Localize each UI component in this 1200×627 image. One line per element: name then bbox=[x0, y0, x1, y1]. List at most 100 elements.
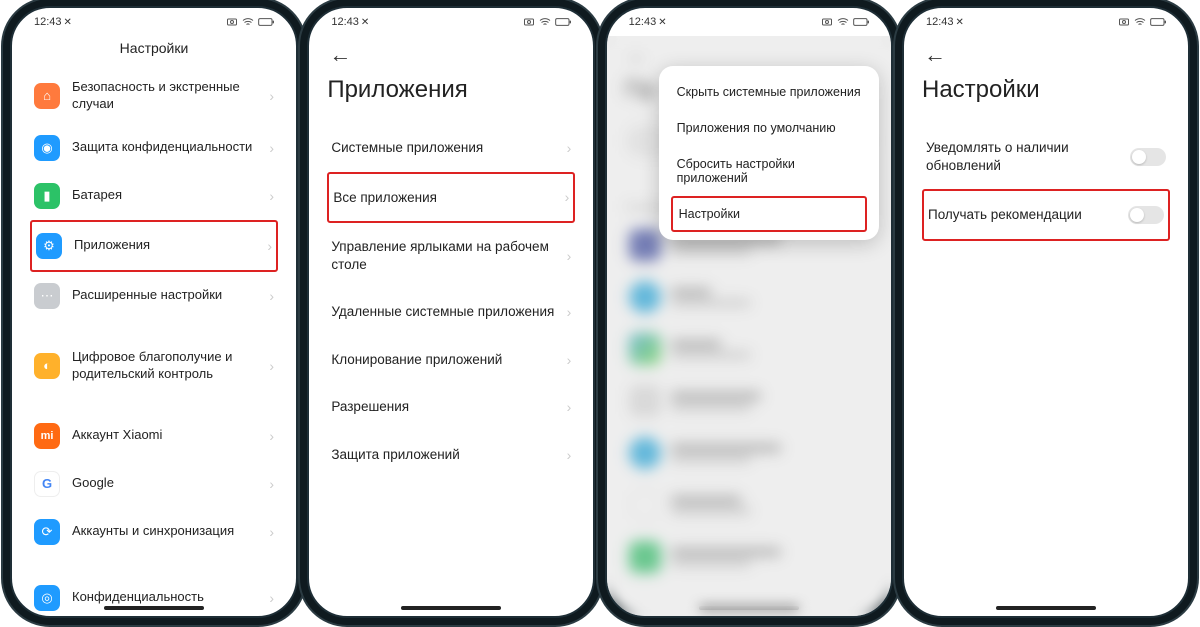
shield-home-icon: ⌂ bbox=[34, 83, 60, 109]
toggle-switch[interactable] bbox=[1128, 206, 1164, 224]
row-label: Удаленные системные приложения bbox=[331, 303, 566, 321]
back-button[interactable]: ← bbox=[329, 42, 351, 68]
menu-default-apps[interactable]: Приложения по умолчанию bbox=[659, 110, 879, 146]
dots-icon: ⋯ bbox=[34, 283, 60, 309]
row-manage-shortcuts[interactable]: Управление ярлыками на рабочем столе › bbox=[327, 223, 575, 288]
status-time: 12:43✕ bbox=[629, 16, 667, 28]
chevron-right-icon: › bbox=[267, 238, 272, 254]
row-label: Защита конфиденциальности bbox=[72, 139, 269, 156]
row-privacy-protection[interactable]: ◉ Защита конфиденциальности › bbox=[30, 124, 278, 172]
statusbar: 12:43✕ bbox=[904, 8, 1188, 36]
phone-4: 12:43✕ ← Настройки Уведомлять о наличии … bbox=[902, 6, 1190, 618]
mi-logo-icon: mi bbox=[34, 423, 60, 449]
apps-category-list: ← Приложения Системные приложения › Все … bbox=[309, 36, 593, 616]
row-label: Конфиденциальность bbox=[72, 589, 269, 606]
back-button[interactable]: ← bbox=[924, 42, 946, 68]
gear-icon: ⚙ bbox=[36, 233, 62, 259]
camera-icon bbox=[1118, 16, 1130, 28]
row-mi-account[interactable]: mi Аккаунт Xiaomi › bbox=[30, 412, 278, 460]
chevron-right-icon: › bbox=[269, 358, 274, 374]
phone-3: 12:43✕ ← Пр ⌕ Сортировка по имени прилож… bbox=[605, 6, 893, 618]
page-title: Настройки bbox=[922, 76, 1170, 104]
wifi-icon bbox=[242, 16, 254, 28]
row-label: Аккаунт Xiaomi bbox=[72, 427, 269, 444]
statusbar: 12:43✕ bbox=[309, 8, 593, 36]
row-uninstalled-system-apps[interactable]: Удаленные системные приложения › bbox=[327, 288, 575, 336]
menu-reset-app-prefs[interactable]: Сбросить настройки приложений bbox=[659, 146, 879, 196]
chevron-right-icon: › bbox=[269, 88, 274, 104]
row-app-protection[interactable]: Защита приложений › bbox=[327, 431, 575, 479]
chevron-right-icon: › bbox=[567, 352, 572, 368]
phone-1: 12:43✕ Настройки ⌂ Безопасность и экстре… bbox=[10, 6, 298, 618]
statusbar: 12:43✕ bbox=[12, 8, 296, 36]
battery-icon bbox=[258, 17, 274, 27]
battery-icon: ▮ bbox=[34, 183, 60, 209]
page-title: Настройки bbox=[30, 40, 278, 56]
apps-list-screen: ← Пр ⌕ Сортировка по имени приложения 0 … bbox=[607, 36, 891, 616]
chevron-right-icon: › bbox=[567, 248, 572, 264]
status-time: 12:43✕ bbox=[926, 16, 964, 28]
row-label: Защита приложений bbox=[331, 446, 566, 464]
row-label: Расширенные настройки bbox=[72, 287, 269, 304]
phone-2: 12:43✕ ← Приложения Системные приложения… bbox=[307, 6, 595, 618]
row-system-apps[interactable]: Системные приложения › bbox=[327, 124, 575, 172]
chevron-right-icon: › bbox=[565, 189, 570, 205]
row-battery[interactable]: ▮ Батарея › bbox=[30, 172, 278, 220]
chevron-right-icon: › bbox=[269, 140, 274, 156]
privacy-icon: ◎ bbox=[34, 585, 60, 611]
chevron-right-icon: › bbox=[269, 476, 274, 492]
battery-icon bbox=[555, 17, 571, 27]
status-icons bbox=[821, 16, 869, 28]
row-security-emergency[interactable]: ⌂ Безопасность и экстренные случаи › bbox=[30, 68, 278, 124]
home-indicator[interactable] bbox=[104, 606, 204, 610]
camera-icon bbox=[821, 16, 833, 28]
menu-settings[interactable]: Настройки bbox=[671, 196, 867, 232]
menu-hide-system-apps[interactable]: Скрыть системные приложения bbox=[659, 74, 879, 110]
chevron-right-icon: › bbox=[269, 288, 274, 304]
status-icons bbox=[1118, 16, 1166, 28]
wellbeing-icon: ◐ bbox=[34, 353, 60, 379]
row-label: Разрешения bbox=[331, 398, 566, 416]
row-digital-wellbeing[interactable]: ◐ Цифровое благополучие и родительский к… bbox=[30, 338, 278, 394]
row-update-notifications[interactable]: Уведомлять о наличии обновлений bbox=[922, 124, 1170, 189]
camera-icon bbox=[523, 16, 535, 28]
battery-icon bbox=[853, 17, 869, 27]
row-apps[interactable]: ⚙ Приложения › bbox=[30, 220, 278, 272]
wifi-icon bbox=[1134, 16, 1146, 28]
chevron-right-icon: › bbox=[567, 447, 572, 463]
row-label: Клонирование приложений bbox=[331, 351, 566, 369]
row-label: Управление ярлыками на рабочем столе bbox=[331, 238, 566, 273]
chevron-right-icon: › bbox=[269, 188, 274, 204]
row-google[interactable]: G Google › bbox=[30, 460, 278, 508]
chevron-right-icon: › bbox=[567, 399, 572, 415]
row-all-apps[interactable]: Все приложения › bbox=[327, 172, 575, 224]
sync-icon: ⟳ bbox=[34, 519, 60, 545]
row-label: Google bbox=[72, 475, 269, 492]
row-label: Батарея bbox=[72, 187, 269, 204]
statusbar: 12:43✕ bbox=[607, 8, 891, 36]
chevron-right-icon: › bbox=[269, 590, 274, 606]
row-advanced-settings[interactable]: ⋯ Расширенные настройки › bbox=[30, 272, 278, 320]
row-receive-recommendations[interactable]: Получать рекомендации bbox=[922, 189, 1170, 241]
row-accounts-sync[interactable]: ⟳ Аккаунты и синхронизация › bbox=[30, 508, 278, 556]
row-label: Получать рекомендации bbox=[928, 206, 1128, 224]
row-clone-apps[interactable]: Клонирование приложений › bbox=[327, 336, 575, 384]
toggle-switch[interactable] bbox=[1130, 148, 1166, 166]
row-permissions[interactable]: Разрешения › bbox=[327, 383, 575, 431]
battery-icon bbox=[1150, 17, 1166, 27]
status-icons bbox=[226, 16, 274, 28]
status-icons bbox=[523, 16, 571, 28]
page-title: Приложения bbox=[327, 76, 575, 104]
chevron-right-icon: › bbox=[269, 428, 274, 444]
row-label: Приложения bbox=[74, 237, 267, 254]
row-label: Системные приложения bbox=[331, 139, 566, 157]
chevron-right-icon: › bbox=[567, 304, 572, 320]
row-label: Уведомлять о наличии обновлений bbox=[926, 139, 1130, 174]
settings-list: Настройки ⌂ Безопасность и экстренные сл… bbox=[12, 36, 296, 616]
google-logo-icon: G bbox=[34, 471, 60, 497]
recommendations-settings: ← Настройки Уведомлять о наличии обновле… bbox=[904, 36, 1188, 616]
home-indicator[interactable] bbox=[401, 606, 501, 610]
home-indicator[interactable] bbox=[996, 606, 1096, 610]
status-time: 12:43✕ bbox=[34, 16, 72, 28]
lock-shield-icon: ◉ bbox=[34, 135, 60, 161]
